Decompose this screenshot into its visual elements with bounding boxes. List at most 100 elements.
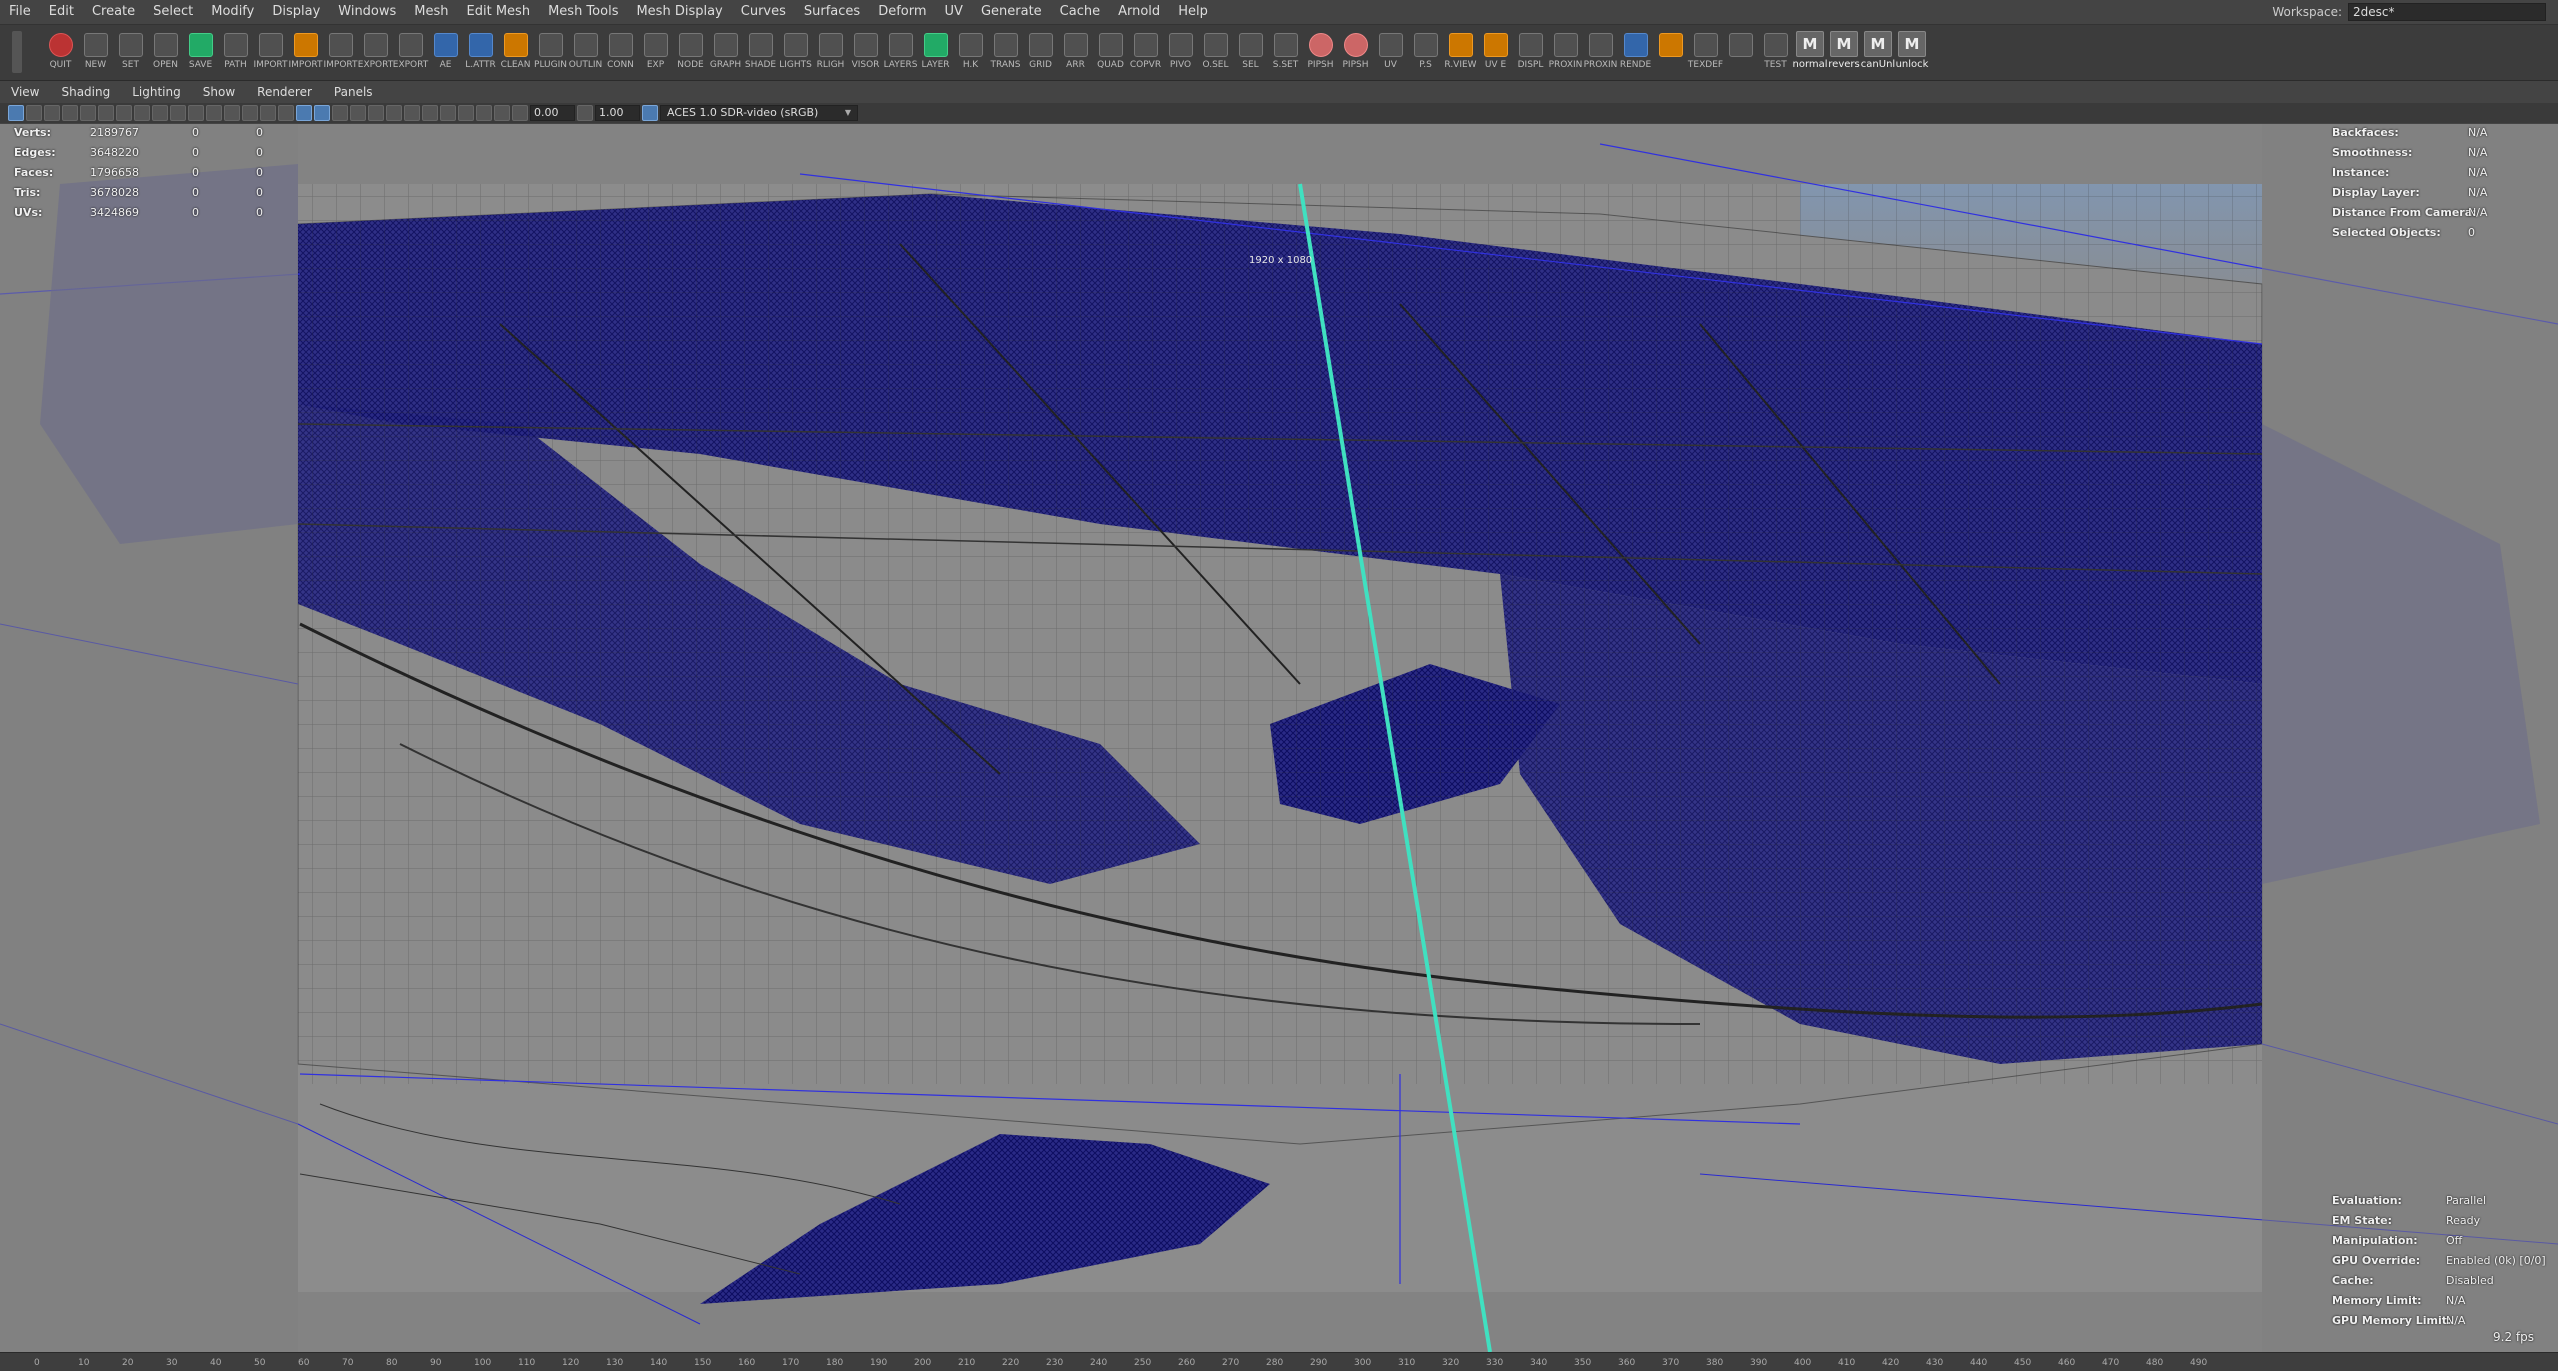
shelf-button-path[interactable]: PATH — [219, 31, 252, 73]
xray-icon[interactable] — [314, 105, 330, 121]
shelf-button-import[interactable]: IMPORT — [323, 31, 358, 73]
mel-button-normal[interactable]: Mnormal — [1792, 31, 1828, 73]
shelf-button-visor[interactable]: VISOR — [849, 31, 882, 73]
shadows-icon[interactable] — [368, 105, 384, 121]
shelf-button-o-sel[interactable]: O.SEL — [1199, 31, 1232, 73]
field-chart-icon[interactable] — [188, 105, 204, 121]
shelf-button-tool-46[interactable] — [1654, 31, 1687, 73]
shelf-button-tool-48[interactable] — [1724, 31, 1757, 73]
shelf-button-node[interactable]: NODE — [674, 31, 707, 73]
image-plane-icon[interactable] — [62, 105, 78, 121]
camera-attributes-icon[interactable] — [26, 105, 42, 121]
xray-joints-icon[interactable] — [476, 105, 492, 121]
menu-uv[interactable]: UV — [936, 0, 972, 24]
anti-aliasing-icon[interactable] — [422, 105, 438, 121]
shelf-button-set[interactable]: SET — [114, 31, 147, 73]
menu-edit-mesh[interactable]: Edit Mesh — [458, 0, 540, 24]
color-management-icon[interactable] — [642, 105, 658, 121]
shelf-button-ae[interactable]: AE — [429, 31, 462, 73]
motion-blur-icon[interactable] — [404, 105, 420, 121]
shelf-button-quad[interactable]: QUAD — [1094, 31, 1127, 73]
menu-cache[interactable]: Cache — [1051, 0, 1109, 24]
menu-windows[interactable]: Windows — [329, 0, 405, 24]
exposure-field[interactable]: 0.00 — [530, 105, 575, 121]
shelf-button-displ[interactable]: DISPL — [1514, 31, 1547, 73]
shelf-button-rende[interactable]: RENDE — [1619, 31, 1652, 73]
time-slider[interactable]: 0 10 20 30 40 50 60 70 80 90 100 110 120 130 140 150 160… — [0, 1352, 2558, 1371]
shelf-button-export[interactable]: EXPORT — [358, 31, 393, 73]
wireframe-on-shaded-icon[interactable] — [296, 105, 312, 121]
menu-mesh-tools[interactable]: Mesh Tools — [539, 0, 627, 24]
smooth-shade-icon[interactable] — [260, 105, 276, 121]
shelf-button-h-k[interactable]: H.K — [954, 31, 987, 73]
resolution-gate-icon[interactable] — [152, 105, 168, 121]
default-material-icon[interactable] — [278, 105, 294, 121]
bookmark-icon[interactable] — [44, 105, 60, 121]
shelf-button-arr[interactable]: ARR — [1059, 31, 1092, 73]
mel-button-canunl[interactable]: McanUnl — [1861, 31, 1895, 73]
shelf-button-clean[interactable]: CLEAN — [499, 31, 532, 73]
shelf-button-exp[interactable]: EXP — [639, 31, 672, 73]
shelf-button-save[interactable]: SAVE — [184, 31, 217, 73]
panel-menu-shading[interactable]: Shading — [50, 85, 121, 99]
shelf-button-sel[interactable]: SEL — [1234, 31, 1267, 73]
panel-menu-show[interactable]: Show — [192, 85, 246, 99]
wireframe-icon[interactable] — [242, 105, 258, 121]
menu-modify[interactable]: Modify — [202, 0, 263, 24]
shelf-button-rligh[interactable]: RLIGH — [814, 31, 847, 73]
menu-surfaces[interactable]: Surfaces — [795, 0, 869, 24]
shelf-button-p-s[interactable]: P.S — [1409, 31, 1442, 73]
shelf-button-uv-e[interactable]: UV E — [1479, 31, 1512, 73]
shelf-button-graph[interactable]: GRAPH — [709, 31, 742, 73]
shelf-button-r-view[interactable]: R.VIEW — [1444, 31, 1477, 73]
grid-toggle-icon[interactable] — [116, 105, 132, 121]
shelf-button-pivo[interactable]: PIVO — [1164, 31, 1197, 73]
menu-help[interactable]: Help — [1169, 0, 1217, 24]
shelf-button-import[interactable]: IMPORT — [288, 31, 323, 73]
shelf-button-test[interactable]: TEST — [1759, 31, 1792, 73]
panel-menu-lighting[interactable]: Lighting — [121, 85, 192, 99]
panel-menu-renderer[interactable]: Renderer — [246, 85, 323, 99]
menu-display[interactable]: Display — [263, 0, 329, 24]
menu-edit[interactable]: Edit — [40, 0, 83, 24]
gamma-icon[interactable] — [577, 105, 593, 121]
screen-space-ao-icon[interactable] — [386, 105, 402, 121]
shelf-button-s-set[interactable]: S.SET — [1269, 31, 1302, 73]
isolate-select-icon[interactable] — [458, 105, 474, 121]
grease-pencil-icon[interactable] — [98, 105, 114, 121]
menu-deform[interactable]: Deform — [869, 0, 935, 24]
panel-menu-view[interactable]: View — [0, 85, 50, 99]
2d-pan-zoom-icon[interactable] — [80, 105, 96, 121]
menu-create[interactable]: Create — [83, 0, 144, 24]
menu-file[interactable]: File — [0, 0, 40, 24]
gate-mask-icon[interactable] — [170, 105, 186, 121]
shelf-button-quit[interactable]: QUIT — [44, 31, 77, 73]
exposure-icon[interactable] — [512, 105, 528, 121]
shelf-button-proxin[interactable]: PROXIN — [1584, 31, 1617, 73]
3d-viewport[interactable]: 1920 x 1080 Verts: 2189767 0 0 Edges: 3648220… — [0, 124, 2558, 1352]
safe-title-icon[interactable] — [224, 105, 240, 121]
shelf-button-grid[interactable]: GRID — [1024, 31, 1057, 73]
shelf-button-pipsh[interactable]: PIPSH — [1304, 31, 1337, 73]
shelf-button-lights[interactable]: LIGHTS — [779, 31, 812, 73]
shelf-button-pipsh[interactable]: PIPSH — [1339, 31, 1372, 73]
shelf-button-new[interactable]: NEW — [79, 31, 112, 73]
mel-button-revers[interactable]: Mrevers — [1828, 31, 1860, 73]
textured-icon[interactable] — [332, 105, 348, 121]
color-space-dropdown[interactable]: ACES 1.0 SDR-video (sRGB) — [660, 105, 858, 121]
shelf-button-layer[interactable]: LAYER — [919, 31, 952, 73]
menu-select[interactable]: Select — [144, 0, 202, 24]
shelf-button-conn[interactable]: CONN — [604, 31, 637, 73]
mel-button-unlock[interactable]: Munlock — [1896, 31, 1928, 73]
film-gate-icon[interactable] — [134, 105, 150, 121]
xray-active-icon[interactable] — [494, 105, 510, 121]
shelf-button-uv[interactable]: UV — [1374, 31, 1407, 73]
menu-curves[interactable]: Curves — [732, 0, 795, 24]
menu-generate[interactable]: Generate — [972, 0, 1051, 24]
shelf-button-outlin[interactable]: OUTLIN — [569, 31, 602, 73]
workspace-dropdown[interactable]: 2desc* — [2348, 3, 2546, 21]
shelf-grip-handle[interactable] — [12, 31, 22, 73]
shelf-button-plugin[interactable]: PLUGIN — [534, 31, 567, 73]
safe-action-icon[interactable] — [206, 105, 222, 121]
select-camera-icon[interactable] — [8, 105, 24, 121]
